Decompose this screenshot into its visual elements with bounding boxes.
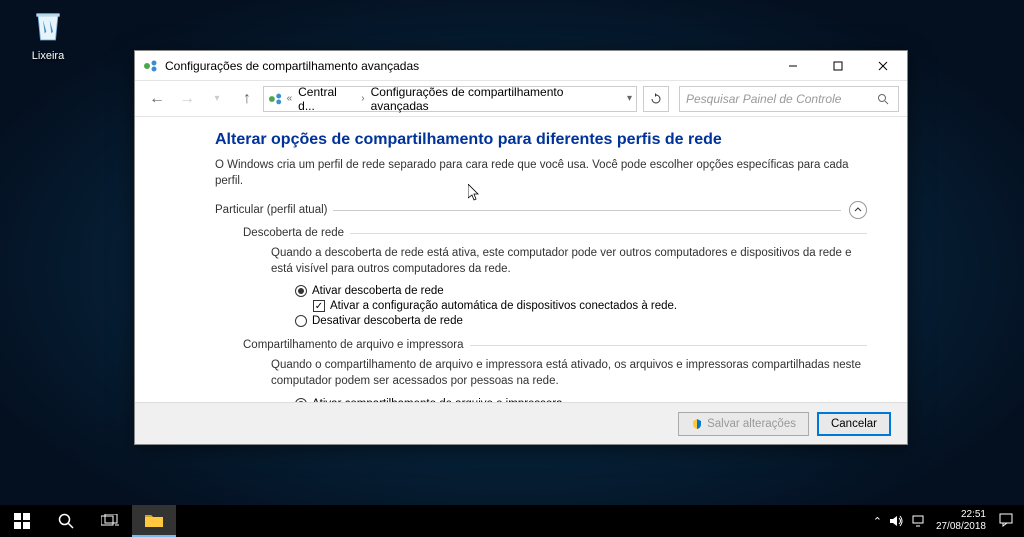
- breadcrumb-item-2[interactable]: Configurações de compartilhamento avança…: [368, 83, 621, 115]
- search-box[interactable]: [679, 86, 899, 112]
- collapse-icon[interactable]: [849, 201, 867, 219]
- page-description: O Windows cria um perfil de rede separad…: [215, 157, 867, 189]
- radio-enable-discovery[interactable]: Ativar descoberta de rede: [295, 285, 867, 297]
- window-title: Configurações de compartilhamento avança…: [165, 59, 770, 73]
- control-panel-window: Configurações de compartilhamento avança…: [134, 50, 908, 445]
- network-discovery-section: Descoberta de rede Quando a descoberta d…: [243, 227, 867, 327]
- breadcrumb[interactable]: « Central d... › Configurações de compar…: [263, 86, 637, 112]
- radio-disable-discovery[interactable]: Desativar descoberta de rede: [295, 315, 867, 327]
- file-sharing-desc: Quando o compartilhamento de arquivo e i…: [271, 357, 867, 389]
- network-discovery-desc: Quando a descoberta de rede está ativa, …: [271, 245, 867, 277]
- radio-icon: [295, 315, 307, 327]
- tray-chevron-icon[interactable]: ⌃: [873, 515, 882, 528]
- network-tray-icon[interactable]: [912, 515, 926, 527]
- breadcrumb-item-1[interactable]: Central d...: [295, 83, 358, 115]
- recycle-bin-icon: [28, 5, 68, 45]
- file-sharing-section: Compartilhamento de arquivo e impressora…: [243, 339, 867, 402]
- file-explorer-taskbar[interactable]: [132, 505, 176, 537]
- network-icon: [268, 91, 284, 107]
- up-button[interactable]: ↑: [233, 85, 261, 113]
- search-icon[interactable]: [874, 93, 892, 105]
- checkbox-auto-config[interactable]: ✓ Ativar a configuração automática de di…: [313, 300, 867, 312]
- back-button[interactable]: ←: [143, 85, 171, 113]
- notifications-button[interactable]: [996, 513, 1016, 530]
- search-button[interactable]: [44, 505, 88, 537]
- task-view-button[interactable]: [88, 505, 132, 537]
- clock[interactable]: 22:51 27/08/2018: [936, 509, 986, 533]
- titlebar: Configurações de compartilhamento avança…: [135, 51, 907, 81]
- save-button[interactable]: Salvar alterações: [678, 412, 809, 436]
- file-sharing-title: Compartilhamento de arquivo e impressora: [243, 339, 464, 351]
- taskbar: ⌃ 22:51 27/08/2018: [0, 505, 1024, 537]
- network-icon: [143, 58, 159, 74]
- cancel-button[interactable]: Cancelar: [817, 412, 891, 436]
- content-area: Alterar opções de compartilhamento para …: [135, 117, 907, 402]
- system-tray[interactable]: ⌃: [873, 515, 926, 528]
- page-title: Alterar opções de compartilhamento para …: [215, 131, 867, 149]
- shield-icon: [691, 418, 703, 430]
- forward-button[interactable]: →: [173, 85, 201, 113]
- recycle-bin[interactable]: Lixeira: [18, 5, 78, 62]
- breadcrumb-dropdown[interactable]: ▾: [627, 93, 632, 104]
- recent-dropdown[interactable]: ▾: [203, 85, 231, 113]
- radio-icon: [295, 285, 307, 297]
- search-input[interactable]: [686, 92, 874, 106]
- footer: Salvar alterações Cancelar: [135, 402, 907, 444]
- recycle-bin-label: Lixeira: [18, 50, 78, 62]
- refresh-button[interactable]: [643, 86, 669, 112]
- minimize-button[interactable]: [770, 52, 815, 80]
- start-button[interactable]: [0, 505, 44, 537]
- maximize-button[interactable]: [815, 52, 860, 80]
- close-button[interactable]: [860, 52, 905, 80]
- checkbox-icon: ✓: [313, 300, 325, 312]
- navbar: ← → ▾ ↑ « Central d... › Configurações d…: [135, 81, 907, 117]
- volume-icon[interactable]: [890, 515, 904, 527]
- profile-section-header[interactable]: Particular (perfil atual): [215, 201, 867, 219]
- network-discovery-title: Descoberta de rede: [243, 227, 344, 239]
